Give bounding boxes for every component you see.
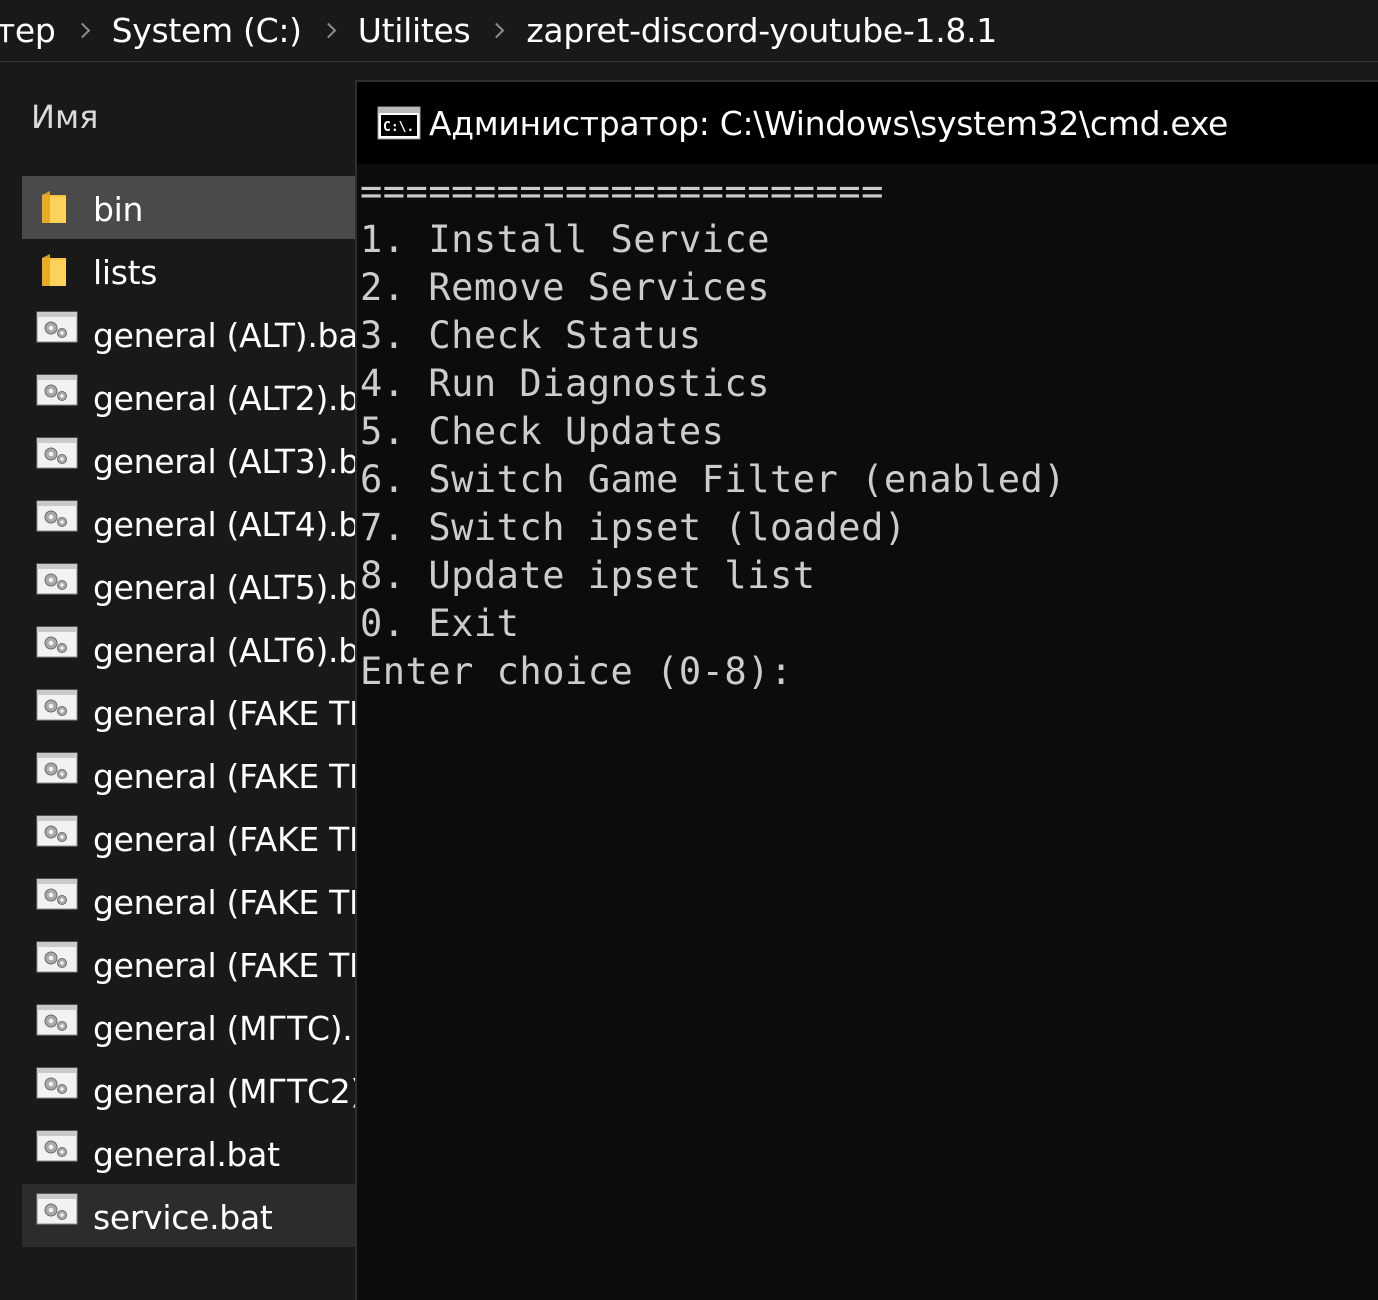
console-line: 6. Switch Game Filter (enabled) xyxy=(360,458,1067,501)
batch-file-icon xyxy=(36,941,78,973)
batch-file-icon xyxy=(36,1067,78,1099)
column-header-name[interactable]: Имя xyxy=(31,98,98,136)
file-row[interactable]: general.bat xyxy=(22,1121,356,1184)
file-name: general.bat xyxy=(93,1135,280,1174)
file-name: service.bat xyxy=(93,1198,273,1237)
file-name: general (ALT4).bat xyxy=(93,505,356,544)
folder-icon xyxy=(42,254,66,286)
batch-file-icon xyxy=(36,563,78,595)
console-output[interactable]: ======================= 1. Install Servic… xyxy=(360,168,1066,696)
file-name: general (МГТС2).bat xyxy=(93,1072,356,1111)
batch-file-icon xyxy=(36,1130,78,1162)
console-line: ======================= xyxy=(360,170,884,213)
file-row[interactable]: general (FAKE TL xyxy=(22,680,356,743)
folder-row[interactable]: bin xyxy=(22,176,356,239)
file-row[interactable]: general (FAKE TL xyxy=(22,743,356,806)
chevron-right-icon[interactable] xyxy=(470,0,526,61)
file-row[interactable]: general (ALT4).bat xyxy=(22,491,356,554)
file-name: general (FAKE TL xyxy=(93,820,356,859)
batch-file-icon xyxy=(36,1004,78,1036)
file-name: general (ALT).bat xyxy=(93,316,356,355)
file-row[interactable]: general (ALT).bat xyxy=(22,302,356,365)
batch-file-icon xyxy=(36,815,78,847)
breadcrumb-item-zapret-folder[interactable]: zapret-discord-youtube-1.8.1 xyxy=(526,0,997,61)
breadcrumb-item-system-drive[interactable]: System (C:) xyxy=(112,0,302,61)
file-name: bin xyxy=(93,190,144,229)
batch-file-icon xyxy=(36,437,78,469)
batch-file-icon xyxy=(36,1193,78,1225)
console-line: 0. Exit xyxy=(360,602,520,645)
file-name: general (FAKE TL xyxy=(93,883,356,922)
folder-row[interactable]: lists xyxy=(22,239,356,302)
console-line: 2. Remove Services xyxy=(360,266,770,309)
console-prompt: Enter choice (0-8): xyxy=(360,650,816,693)
breadcrumb-item-utilites[interactable]: Utilites xyxy=(358,0,471,61)
breadcrumb-item-computer[interactable]: тер xyxy=(0,0,56,61)
file-name: general (ALT5).bat xyxy=(93,568,356,607)
file-name: general (ALT2).bat xyxy=(93,379,356,418)
chevron-right-icon[interactable] xyxy=(302,0,358,61)
file-row[interactable]: general (FAKE TL xyxy=(22,806,356,869)
address-breadcrumb[interactable]: тер System (C:) Utilites zapret-discord-… xyxy=(0,0,1378,62)
batch-file-icon xyxy=(36,752,78,784)
cmd-window[interactable]: C:\. Администратор: C:\Windows\system32\… xyxy=(355,80,1378,1300)
file-row[interactable]: general (МГТС).bat xyxy=(22,995,356,1058)
file-name: general (ALT3).bat xyxy=(93,442,356,481)
file-name: general (ALT6).bat xyxy=(93,631,356,670)
console-line: 1. Install Service xyxy=(360,218,770,261)
batch-file-icon xyxy=(36,500,78,532)
file-name: general (МГТС).bat xyxy=(93,1009,356,1048)
file-row[interactable]: general (ALT6).bat xyxy=(22,617,356,680)
file-name: general (FAKE TL xyxy=(93,946,356,985)
batch-file-icon xyxy=(36,878,78,910)
file-name: general (FAKE TL xyxy=(93,694,356,733)
cmd-titlebar[interactable]: C:\. Администратор: C:\Windows\system32\… xyxy=(357,82,1378,164)
folder-icon xyxy=(42,191,66,223)
console-line: 8. Update ipset list xyxy=(360,554,816,597)
file-row[interactable]: general (ALT5).bat xyxy=(22,554,356,617)
file-row[interactable]: general (FAKE TL xyxy=(22,869,356,932)
file-list-pane: Имя bin lists general (ALT).bat general (AL… xyxy=(0,80,356,1300)
cmd-window-title: Администратор: C:\Windows\system32\cmd.e… xyxy=(429,104,1229,143)
cmd-icon-label: C:\. xyxy=(383,120,414,135)
file-name: lists xyxy=(93,253,158,292)
file-row[interactable]: general (МГТС2).bat xyxy=(22,1058,356,1121)
batch-file-icon xyxy=(36,689,78,721)
file-row[interactable]: general (ALT3).bat xyxy=(22,428,356,491)
cmd-icon: C:\. xyxy=(377,106,421,140)
file-name: general (FAKE TL xyxy=(93,757,356,796)
batch-file-icon xyxy=(36,374,78,406)
chevron-right-icon[interactable] xyxy=(56,0,112,61)
console-line: 4. Run Diagnostics xyxy=(360,362,770,405)
console-line: 3. Check Status xyxy=(360,314,702,357)
file-row[interactable]: service.bat xyxy=(22,1184,356,1247)
file-row[interactable]: general (ALT2).bat xyxy=(22,365,356,428)
file-row[interactable]: general (FAKE TL xyxy=(22,932,356,995)
console-line: 7. Switch ipset (loaded) xyxy=(360,506,907,549)
batch-file-icon xyxy=(36,626,78,658)
batch-file-icon xyxy=(36,311,78,343)
console-line: 5. Check Updates xyxy=(360,410,725,453)
